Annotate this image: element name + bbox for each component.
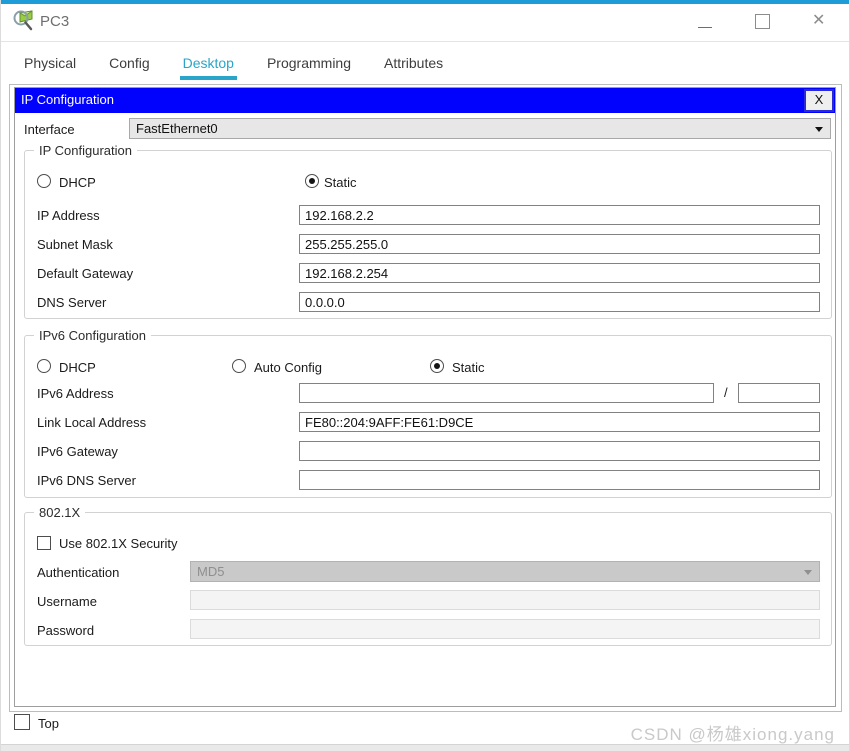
minimize-icon[interactable] — [698, 27, 712, 28]
ipv6-prefix-separator: / — [724, 385, 728, 400]
interface-dropdown-value: FastEthernet0 — [136, 121, 218, 136]
dialog-title: IP Configuration — [21, 92, 114, 107]
tab-bar: Physical Config Desktop Programming Attr… — [21, 48, 446, 80]
tab-physical[interactable]: Physical — [21, 55, 79, 80]
ipv4-dhcp-radio[interactable] — [37, 174, 51, 188]
username-input — [190, 590, 820, 610]
tab-attributes[interactable]: Attributes — [381, 55, 446, 80]
authentication-dropdown: MD5 — [190, 561, 820, 582]
ipv6-autoconfig-radio[interactable] — [232, 359, 246, 373]
maximize-icon[interactable] — [755, 14, 770, 29]
tab-config[interactable]: Config — [106, 55, 152, 80]
ipv6-gateway-label: IPv6 Gateway — [37, 444, 118, 459]
password-input — [190, 619, 820, 639]
default-gateway-input[interactable] — [299, 263, 820, 283]
ipv6-dns-server-label: IPv6 DNS Server — [37, 473, 136, 488]
ip-address-label: IP Address — [37, 208, 100, 223]
window-title: PC3 — [40, 13, 70, 30]
tab-desktop[interactable]: Desktop — [179, 55, 237, 80]
packet-tracer-magnifier-icon — [12, 8, 36, 32]
dns-server-input[interactable] — [299, 292, 820, 312]
top-checkbox[interactable] — [14, 714, 30, 730]
close-icon[interactable]: ✕ — [812, 10, 825, 30]
subnet-mask-input[interactable] — [299, 234, 820, 254]
dot1x-security-checkbox[interactable] — [37, 536, 51, 550]
password-label: Password — [37, 623, 95, 638]
subnet-mask-label: Subnet Mask — [37, 237, 113, 252]
interface-dropdown[interactable]: FastEthernet0 — [129, 118, 831, 139]
dns-server-label: DNS Server — [37, 295, 107, 310]
ipv6-static-radio[interactable] — [430, 359, 444, 373]
ipv6-group-legend: IPv6 Configuration — [34, 328, 151, 343]
authentication-dropdown-value: MD5 — [197, 564, 225, 579]
ipv6-gateway-input[interactable] — [299, 441, 820, 461]
ipv6-dhcp-label: DHCP — [59, 360, 96, 375]
interface-label: Interface — [24, 122, 75, 137]
ipv6-static-label: Static — [452, 360, 485, 375]
window-bottom-edge — [1, 744, 849, 751]
ipv4-static-radio[interactable] — [305, 174, 319, 188]
tab-programming[interactable]: Programming — [264, 55, 354, 80]
authentication-label: Authentication — [37, 565, 120, 580]
csdn-watermark: CSDN @杨雄xiong.yang — [630, 725, 835, 744]
dialog-close-button[interactable]: X — [804, 89, 834, 112]
ip-address-input[interactable] — [299, 205, 820, 225]
ipv4-group-legend: IP Configuration — [34, 143, 137, 158]
titlebar-divider — [1, 41, 849, 42]
link-local-address-input[interactable] — [299, 412, 820, 432]
ip-configuration-dialog: IP Configuration X Interface FastEtherne… — [14, 87, 836, 707]
ipv6-prefix-input[interactable] — [738, 383, 820, 403]
username-label: Username — [37, 594, 97, 609]
ipv4-dhcp-label: DHCP — [59, 175, 96, 190]
top-checkbox-label: Top — [38, 716, 59, 731]
default-gateway-label: Default Gateway — [37, 266, 134, 281]
ipv6-dhcp-radio[interactable] — [37, 359, 51, 373]
window-top-accent — [1, 0, 849, 4]
ipv4-static-label: Static — [324, 175, 357, 190]
ipv6-address-label: IPv6 Address — [37, 386, 114, 401]
link-local-address-label: Link Local Address — [37, 415, 147, 430]
dot1x-group-legend: 802.1X — [34, 505, 86, 520]
ipv6-address-input[interactable] — [299, 383, 714, 403]
dialog-titlebar: IP Configuration — [15, 88, 835, 113]
pc3-window: PC3 ✕ Physical Config Desktop Programmin… — [0, 0, 850, 751]
chevron-down-icon — [815, 127, 823, 132]
chevron-down-icon — [804, 570, 812, 575]
dot1x-security-label: Use 802.1X Security — [59, 536, 178, 551]
ipv6-dns-server-input[interactable] — [299, 470, 820, 490]
ipv6-autoconfig-label: Auto Config — [254, 360, 322, 375]
